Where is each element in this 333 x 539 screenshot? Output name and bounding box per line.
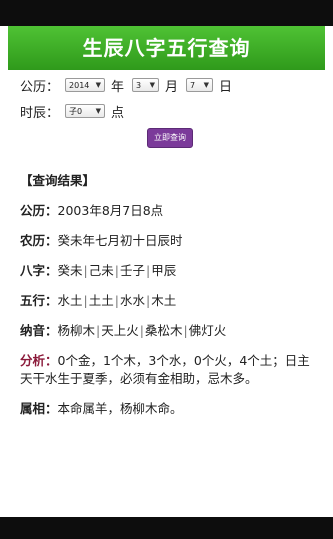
wuxing-day: 水水 [119,293,145,308]
month-select-value: 3 [136,80,142,90]
result-section: 【查询结果】 公历：2003年8月7日8点 农历：癸未年七月初十日辰时 八字：癸… [20,172,316,430]
chevron-down-icon: ▼ [149,81,156,89]
button-row: 立即查询 [20,128,320,148]
nayin-month: 天上火 [101,323,139,338]
month-unit: 月 [165,79,179,95]
day-select[interactable]: 7 ▼ [186,78,214,92]
hour-row: 时辰： 子0 ▼ 点 [20,98,320,124]
nayin-row: 纳音：杨柳木|天上火|桑松木|佛灯火 [20,322,316,340]
year-unit: 年 [111,79,125,95]
nayin-label: 纳音： [20,323,58,338]
bazi-hour: 甲辰 [151,263,177,278]
nongli-row: 农历：癸未年七月初十日辰时 [20,232,316,250]
shuxiang-row: 属相：本命属羊，杨柳木命。 [20,400,316,418]
hour-select[interactable]: 子0 ▼ [65,104,106,118]
chevron-down-icon: ▼ [95,81,102,89]
bazi-row: 八字：癸未|己未|壬子|甲辰 [20,262,316,280]
year-select-value: 2014 [69,80,90,90]
bazi-month: 己未 [88,263,114,278]
bottom-frame-bar [0,517,333,539]
wuxing-year: 水土 [57,293,83,308]
analysis-row: 分析：0个金，1个木，3个水，0个火，4个土；日主天干水生于夏季，必须有金相助，… [20,352,316,388]
nayin-hour: 佛灯火 [188,323,227,338]
bazi-label: 八字： [20,263,58,278]
bazi-day: 壬子 [119,263,145,278]
day-unit: 日 [219,79,233,95]
hour-select-value: 子0 [69,106,83,116]
hour-label: 时辰： [20,105,60,121]
analysis-value: 0个金，1个木，3个水，0个火，4个土；日主天干水生于夏季，必须有金相助，忌木多… [20,353,310,386]
date-row: 公历： 2014 ▼ 年 3 ▼ 月 7 ▼ 日 [20,72,320,98]
gongli-label: 公历： [20,203,58,218]
nongli-value: 癸未年七月初十日辰时 [57,233,183,248]
page-title: 生辰八字五行查询 [82,36,251,60]
wuxing-label: 五行： [20,293,58,308]
chevron-down-icon: ▼ [95,107,102,115]
gongli-row: 公历：2003年8月7日8点 [20,202,316,220]
chevron-down-icon: ▼ [203,81,210,89]
wuxing-row: 五行：水土|土土|水水|木土 [20,292,316,310]
year-select[interactable]: 2014 ▼ [65,78,106,92]
query-button[interactable]: 立即查询 [147,128,193,148]
shuxiang-value: 本命属羊，杨柳木命。 [57,401,183,416]
result-title: 【查询结果】 [20,173,96,188]
gongli-value: 2003年8月7日8点 [57,203,164,218]
query-form: 公历： 2014 ▼ 年 3 ▼ 月 7 ▼ 日 时辰： 子0 ▼ 点 立即查询 [20,72,320,148]
wuxing-hour: 木土 [151,293,177,308]
day-select-value: 7 [190,80,196,90]
nongli-label: 农历： [20,233,58,248]
nayin-year: 杨柳木 [57,323,96,338]
wuxing-month: 土土 [88,293,114,308]
calendar-label: 公历： [20,79,60,95]
page-header: 生辰八字五行查询 [8,26,325,70]
nayin-day: 桑松木 [144,323,183,338]
top-frame-bar [0,0,333,26]
hour-unit: 点 [111,105,125,121]
bazi-year: 癸未 [57,263,83,278]
month-select[interactable]: 3 ▼ [132,78,160,92]
analysis-label: 分析： [20,353,58,368]
shuxiang-label: 属相： [20,401,58,416]
